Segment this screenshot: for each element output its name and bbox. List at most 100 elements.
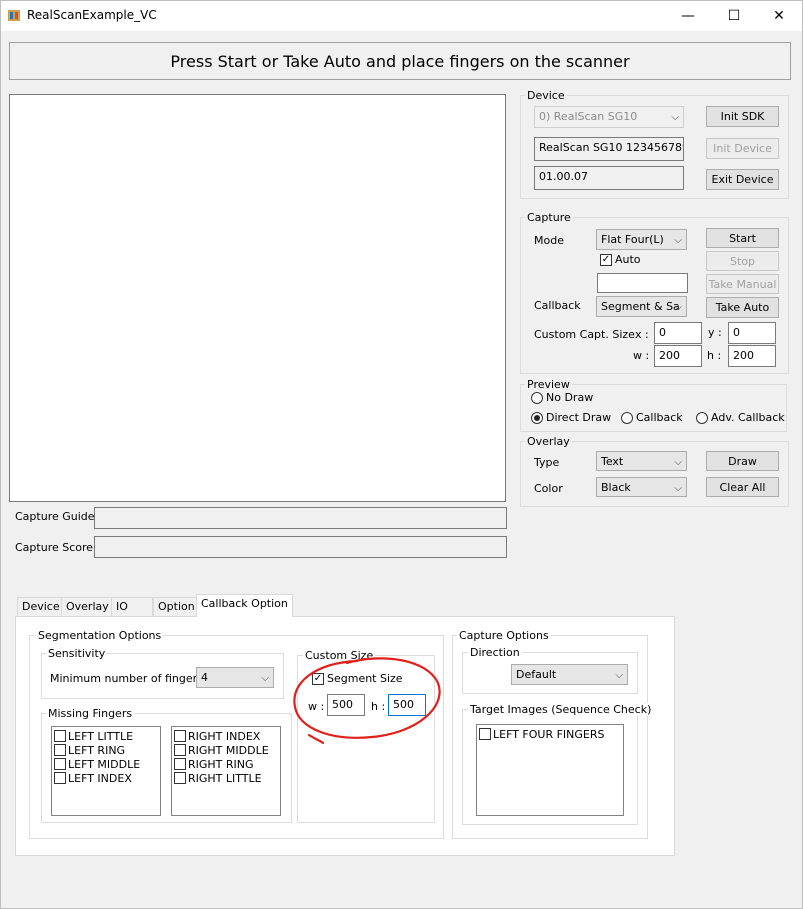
list-item[interactable]: LEFT MIDDLE [54,757,158,771]
capt-y-label: y : [708,326,722,339]
capt-w-label: w : [633,349,650,362]
direction-select[interactable]: Default ⌵ [511,664,628,685]
direction-title: Direction [468,646,522,659]
checkbox-icon [54,758,66,770]
list-item[interactable]: RIGHT RING [174,757,278,771]
fingerprint-preview-area [9,94,506,502]
target-images-list: LEFT FOUR FINGERS [476,724,624,816]
capture-guide-label: Capture Guide : [15,510,102,523]
overlay-type-value: Text [601,455,624,468]
no-draw-label: No Draw [546,391,594,404]
overlay-group-title: Overlay [525,435,572,448]
tab-option[interactable]: Option [153,597,200,616]
capt-y-input[interactable]: 0 [728,322,776,344]
chevron-down-icon: ⌵ [674,302,682,313]
radio-icon [696,411,708,424]
device-serial-field: RealScan SG10 123456789 [534,137,684,161]
overlay-color-value: Black [601,481,631,494]
chevron-down-icon: ⌵ [615,670,623,681]
checkbox-icon [174,772,186,784]
custom-capt-size-label: Custom Capt. Size [534,328,635,341]
overlay-color-select[interactable]: Black ⌵ [596,477,687,497]
capt-w-input[interactable]: 200 [654,345,702,367]
auto-label: Auto [615,253,641,266]
checkbox-icon [54,730,66,742]
clear-all-button[interactable]: Clear All [706,477,779,497]
close-button[interactable]: ✕ [756,1,802,31]
preview-group-title: Preview [525,378,572,391]
chevron-down-icon: ⌵ [674,483,682,494]
list-item-label: RIGHT RING [188,757,254,771]
radio-icon [621,411,633,424]
stop-button[interactable]: Stop [706,251,779,271]
tab-io[interactable]: IO [111,597,153,616]
start-button[interactable]: Start [706,228,779,248]
capture-blank-field[interactable] [597,273,688,293]
direct-draw-label: Direct Draw [546,411,612,424]
minimize-button[interactable]: — [665,1,711,31]
list-item[interactable]: LEFT LITTLE [54,729,158,743]
list-item[interactable]: LEFT FOUR FINGERS [479,727,621,741]
capt-x-label: x : [635,328,649,341]
maximize-button[interactable]: ☐ [711,1,757,31]
missing-left-list: LEFT LITTLE LEFT RING LEFT MIDDLE LEFT I… [51,726,161,816]
list-item-label: LEFT MIDDLE [68,757,141,771]
mode-select[interactable]: Flat Four(L) ⌵ [596,229,687,250]
list-item[interactable]: LEFT RING [54,743,158,757]
title-bar: RealScanExample_VC — ☐ ✕ [1,1,802,31]
missing-right-list: RIGHT INDEX RIGHT MIDDLE RIGHT RING RIGH… [171,726,281,816]
sensitivity-title: Sensitivity [46,647,108,660]
radio-selected-icon [531,411,543,424]
tab-device[interactable]: Device [17,597,65,616]
capture-options-title: Capture Options [457,629,551,642]
instruction-banner: Press Start or Take Auto and place finge… [9,42,791,80]
preview-direct-draw-radio[interactable]: Direct Draw [531,411,611,424]
min-fingers-select[interactable]: 4 ⌵ [196,667,274,688]
window-title: RealScanExample_VC [27,8,157,22]
callback-label: Callback [636,411,683,424]
device-group-title: Device [525,89,567,102]
list-item-label: RIGHT MIDDLE [188,743,269,757]
auto-checkbox[interactable]: ✓ Auto [600,253,641,266]
list-item-label: LEFT RING [68,743,126,757]
adv-callback-label: Adv. Callback [711,411,785,424]
device-selector-value: 0) RealScan SG10 [539,110,638,123]
checkbox-icon [174,730,186,742]
take-manual-button[interactable]: Take Manual [706,274,779,294]
highlight-circle-annotation [293,657,441,745]
capture-guide-field [94,507,507,529]
checkbox-icon [174,744,186,756]
target-images-title: Target Images (Sequence Check) [468,703,654,716]
preview-adv-callback-radio[interactable]: Adv. Callback [696,411,785,424]
callback-value: Segment & Sa [601,300,680,313]
draw-button[interactable]: Draw [706,451,779,471]
capt-h-label: h : [707,349,722,362]
callback-label: Callback [534,299,581,312]
preview-callback-radio[interactable]: Callback [621,411,683,424]
tab-callback-option[interactable]: Callback Option [196,594,293,617]
radio-icon [531,391,543,404]
checkbox-checked-icon: ✓ [600,253,612,266]
checkbox-icon [479,728,491,740]
checkbox-icon [54,744,66,756]
list-item-label: RIGHT INDEX [188,729,261,743]
list-item-label: LEFT LITTLE [68,729,134,743]
device-selector[interactable]: 0) RealScan SG10 ⌵ [534,106,684,128]
take-auto-button[interactable]: Take Auto [706,297,779,318]
chevron-down-icon: ⌵ [674,457,682,468]
callback-select[interactable]: Segment & Sa ⌵ [596,296,687,317]
capture-group-title: Capture [525,211,573,224]
list-item[interactable]: RIGHT INDEX [174,729,278,743]
init-sdk-button[interactable]: Init SDK [706,106,779,127]
list-item[interactable]: RIGHT MIDDLE [174,743,278,757]
exit-device-button[interactable]: Exit Device [706,169,779,190]
preview-no-draw-radio[interactable]: No Draw [531,391,593,404]
capt-x-input[interactable]: 0 [654,322,702,344]
list-item[interactable]: RIGHT LITTLE [174,771,278,785]
init-device-button[interactable]: Init Device [706,138,779,159]
capture-score-label: Capture Score : [15,541,101,554]
capt-h-input[interactable]: 200 [728,345,776,367]
list-item[interactable]: LEFT INDEX [54,771,158,785]
overlay-type-select[interactable]: Text ⌵ [596,451,687,471]
tab-overlay[interactable]: Overlay [61,597,114,616]
